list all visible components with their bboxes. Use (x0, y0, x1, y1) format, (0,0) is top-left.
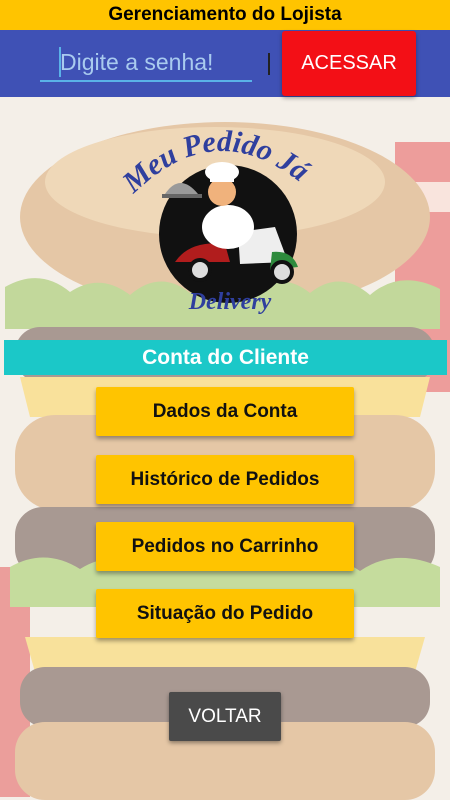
order-history-label: Histórico de Pedidos (130, 468, 320, 490)
separator (268, 53, 270, 75)
customer-account-header: Conta do Cliente (4, 340, 447, 375)
store-management-banner[interactable]: Gerenciamento do Lojista (0, 0, 450, 30)
brand-logo: Meu Pedido Já Delivery (110, 112, 340, 322)
cart-orders-label: Pedidos no Carrinho (131, 535, 319, 557)
order-history-button[interactable]: Histórico de Pedidos (96, 455, 354, 504)
account-data-button[interactable]: Dados da Conta (96, 387, 354, 436)
password-input[interactable] (40, 44, 252, 82)
back-button-label: VOLTAR (188, 705, 262, 727)
account-data-label: Dados da Conta (152, 400, 298, 422)
access-button[interactable]: ACESSAR (282, 31, 416, 96)
order-status-label: Situação do Pedido (136, 602, 314, 624)
access-button-label: ACESSAR (301, 52, 397, 74)
order-status-button[interactable]: Situação do Pedido (96, 589, 354, 638)
logo-sub-text: Delivery (188, 289, 272, 315)
text-cursor (59, 47, 61, 77)
back-button[interactable]: VOLTAR (169, 692, 281, 741)
store-management-title: Gerenciamento do Lojista (108, 4, 342, 25)
cart-orders-button[interactable]: Pedidos no Carrinho (96, 522, 354, 571)
customer-account-title: Conta do Cliente (142, 345, 309, 369)
